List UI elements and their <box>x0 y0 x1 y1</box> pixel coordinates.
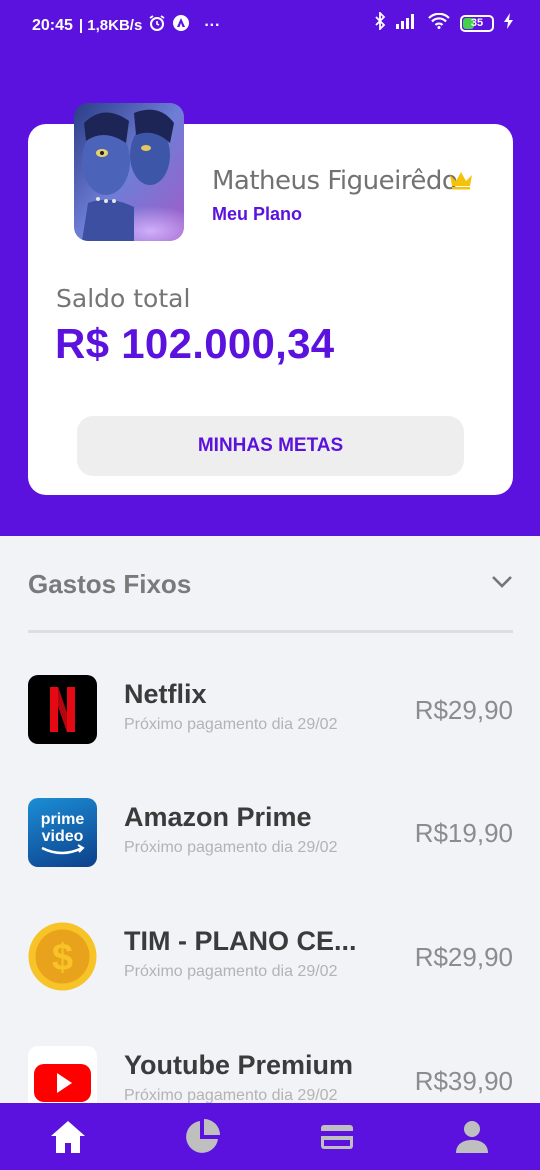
expense-next-payment: Próximo pagamento dia 29/02 <box>124 716 338 733</box>
section-divider <box>28 630 513 633</box>
expense-name: Youtube Premium <box>124 1050 354 1080</box>
expense-next-payment: Próximo pagamento dia 29/02 <box>124 963 338 980</box>
expense-price: R$39,90 <box>414 1066 513 1096</box>
bluetooth-icon <box>374 10 386 35</box>
list-item[interactable]: prime video Amazon Prime Próximo pagamen… <box>28 798 513 868</box>
more-notifications: ··· <box>204 16 221 34</box>
credit-card-icon[interactable] <box>317 1117 357 1157</box>
charging-icon <box>504 13 514 34</box>
netflix-icon <box>28 675 97 744</box>
profile-icon[interactable] <box>452 1117 492 1157</box>
crown-icon <box>448 170 474 195</box>
status-left: 20:45 | 1,8KB/s ··· <box>32 14 220 37</box>
expense-next-payment: Próximo pagamento dia 29/02 <box>124 839 338 856</box>
expense-price: R$29,90 <box>414 695 513 725</box>
section-title: Gastos Fixos <box>28 569 192 599</box>
list-item[interactable]: $ TIM - PLANO CE... Próximo pagamento di… <box>28 922 513 992</box>
expense-price: R$19,90 <box>414 818 513 848</box>
my-goals-button[interactable]: MINHAS METAS <box>77 416 464 476</box>
balance-value: R$ 102.000,34 <box>55 320 335 367</box>
status-right: 35 <box>374 10 514 35</box>
avatar[interactable] <box>74 103 184 241</box>
prime-logo-bottom: video <box>42 828 84 845</box>
status-time: 20:45 <box>32 16 73 34</box>
user-name: Matheus Figueirêdo <box>212 166 458 196</box>
expense-name: Netflix <box>124 679 207 709</box>
prime-video-icon: prime video <box>28 798 97 867</box>
fixed-expenses-header[interactable]: Gastos Fixos <box>28 565 513 605</box>
balance-label: Saldo total <box>56 284 191 313</box>
dollar-coin-icon: $ <box>28 922 97 991</box>
android-icon <box>172 14 190 37</box>
battery-icon: 35 <box>460 15 494 32</box>
alarm-icon <box>148 14 166 37</box>
home-icon[interactable] <box>48 1117 88 1157</box>
chevron-down-icon[interactable] <box>491 575 513 594</box>
wifi-icon <box>428 12 450 34</box>
pie-chart-icon[interactable] <box>182 1117 222 1157</box>
expense-price: R$29,90 <box>414 942 513 972</box>
status-speed: | 1,8KB/s <box>78 17 143 34</box>
prime-logo-top: prime <box>41 811 85 828</box>
status-bar: 20:45 | 1,8KB/s ··· 35 <box>0 0 540 50</box>
expense-name: TIM - PLANO CE... <box>124 926 357 956</box>
bottom-nav <box>0 1103 540 1170</box>
my-plan-link[interactable]: Meu Plano <box>212 204 302 225</box>
expense-name: Amazon Prime <box>124 802 312 832</box>
signal-icon <box>396 13 418 34</box>
list-item[interactable]: Netflix Próximo pagamento dia 29/02 R$29… <box>28 675 513 745</box>
battery-level: 35 <box>470 17 484 29</box>
coin-symbol: $ <box>52 937 73 979</box>
